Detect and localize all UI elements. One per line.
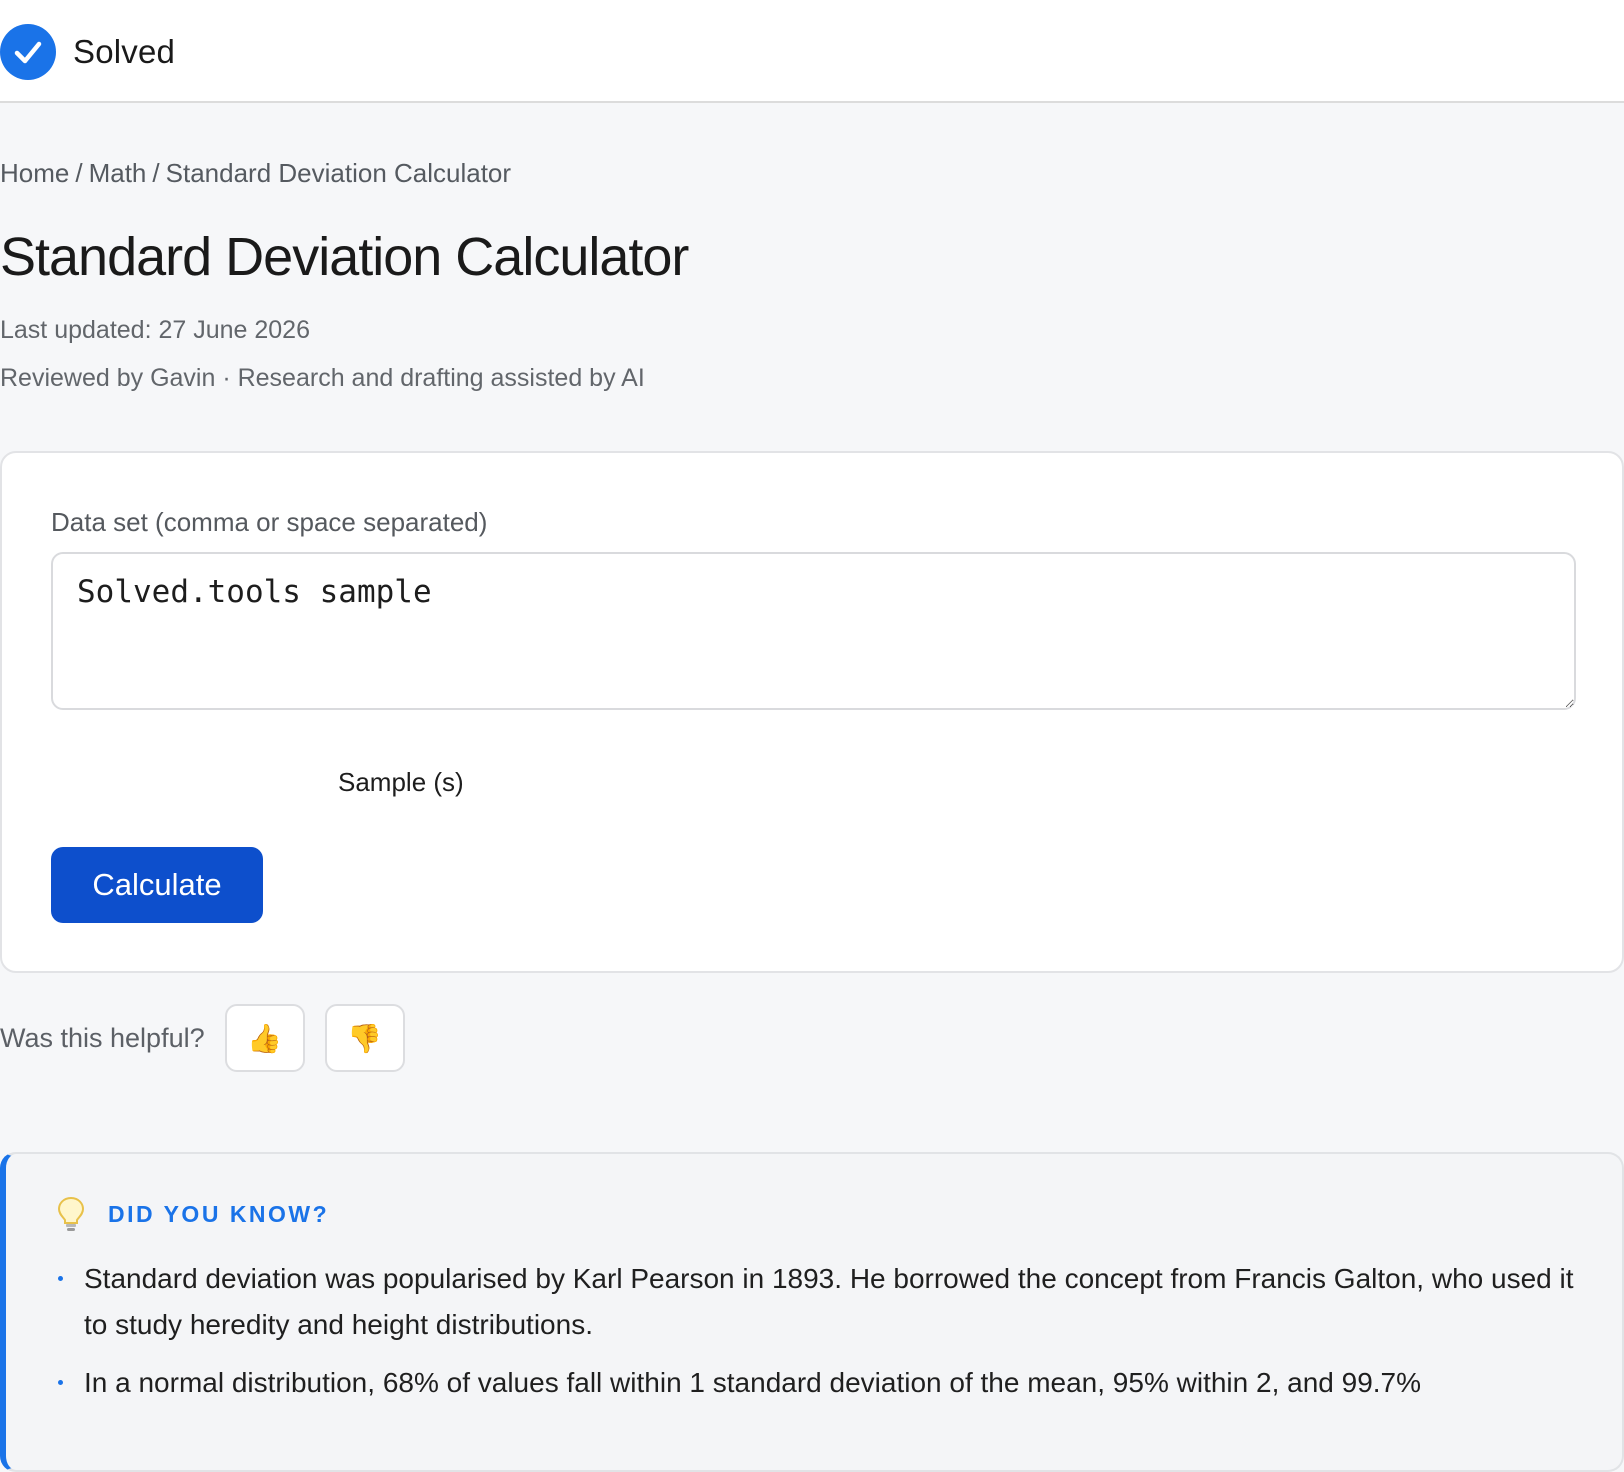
calculate-button[interactable]: Calculate — [51, 847, 263, 923]
breadcrumb-separator: / — [75, 158, 83, 188]
calculator-card: Data set (comma or space separated) Solv… — [0, 451, 1624, 973]
brand-name: Solved — [73, 33, 176, 70]
bullet-icon — [58, 1380, 63, 1385]
last-updated: Last updated: 27 June 2026 — [0, 316, 310, 344]
did-you-know-header: DID YOU KNOW? — [56, 1196, 329, 1232]
site-header: Solved — [0, 0, 1624, 103]
bullet-icon — [58, 1276, 63, 1281]
did-you-know-list: Standard deviation was popularised by Ka… — [56, 1256, 1576, 1418]
breadcrumb-separator: / — [152, 158, 160, 188]
did-you-know-text: Standard deviation was popularised by Ka… — [84, 1263, 1574, 1340]
did-you-know-item: In a normal distribution, 68% of values … — [56, 1360, 1576, 1406]
feedback-question: Was this helpful? — [0, 1022, 205, 1053]
breadcrumb: Home / Math / Standard Deviation Calculator — [0, 158, 511, 189]
brand-link[interactable]: Solved — [0, 24, 175, 80]
did-you-know-item: Standard deviation was popularised by Ka… — [56, 1256, 1576, 1348]
data-set-input[interactable]: Solved.tools sample — [51, 552, 1576, 710]
thumbs-up-button[interactable]: 👍 — [224, 1004, 305, 1072]
lightbulb-icon — [56, 1196, 86, 1232]
thumbs-down-button[interactable]: 👎 — [324, 1004, 405, 1072]
feedback-row: Was this helpful? 👍 👎 — [0, 1004, 405, 1072]
page-title: Standard Deviation Calculator — [0, 227, 689, 287]
thumbs-down-icon: 👎 — [347, 1021, 383, 1055]
breadcrumb-home[interactable]: Home — [0, 158, 69, 188]
did-you-know-text: In a normal distribution, 68% of values … — [84, 1367, 1422, 1398]
check-circle-icon — [0, 24, 56, 80]
breadcrumb-math[interactable]: Math — [89, 158, 147, 188]
reviewed-by: Reviewed by Gavin · Research and draftin… — [0, 364, 645, 392]
sample-mode-option[interactable]: Sample (s) — [338, 767, 464, 798]
did-you-know-title: DID YOU KNOW? — [108, 1200, 330, 1227]
breadcrumb-current: Standard Deviation Calculator — [165, 158, 512, 188]
data-set-label: Data set (comma or space separated) — [51, 507, 488, 537]
thumbs-up-icon: 👍 — [247, 1021, 283, 1055]
did-you-know-card: DID YOU KNOW? Standard deviation was pop… — [0, 1152, 1624, 1472]
